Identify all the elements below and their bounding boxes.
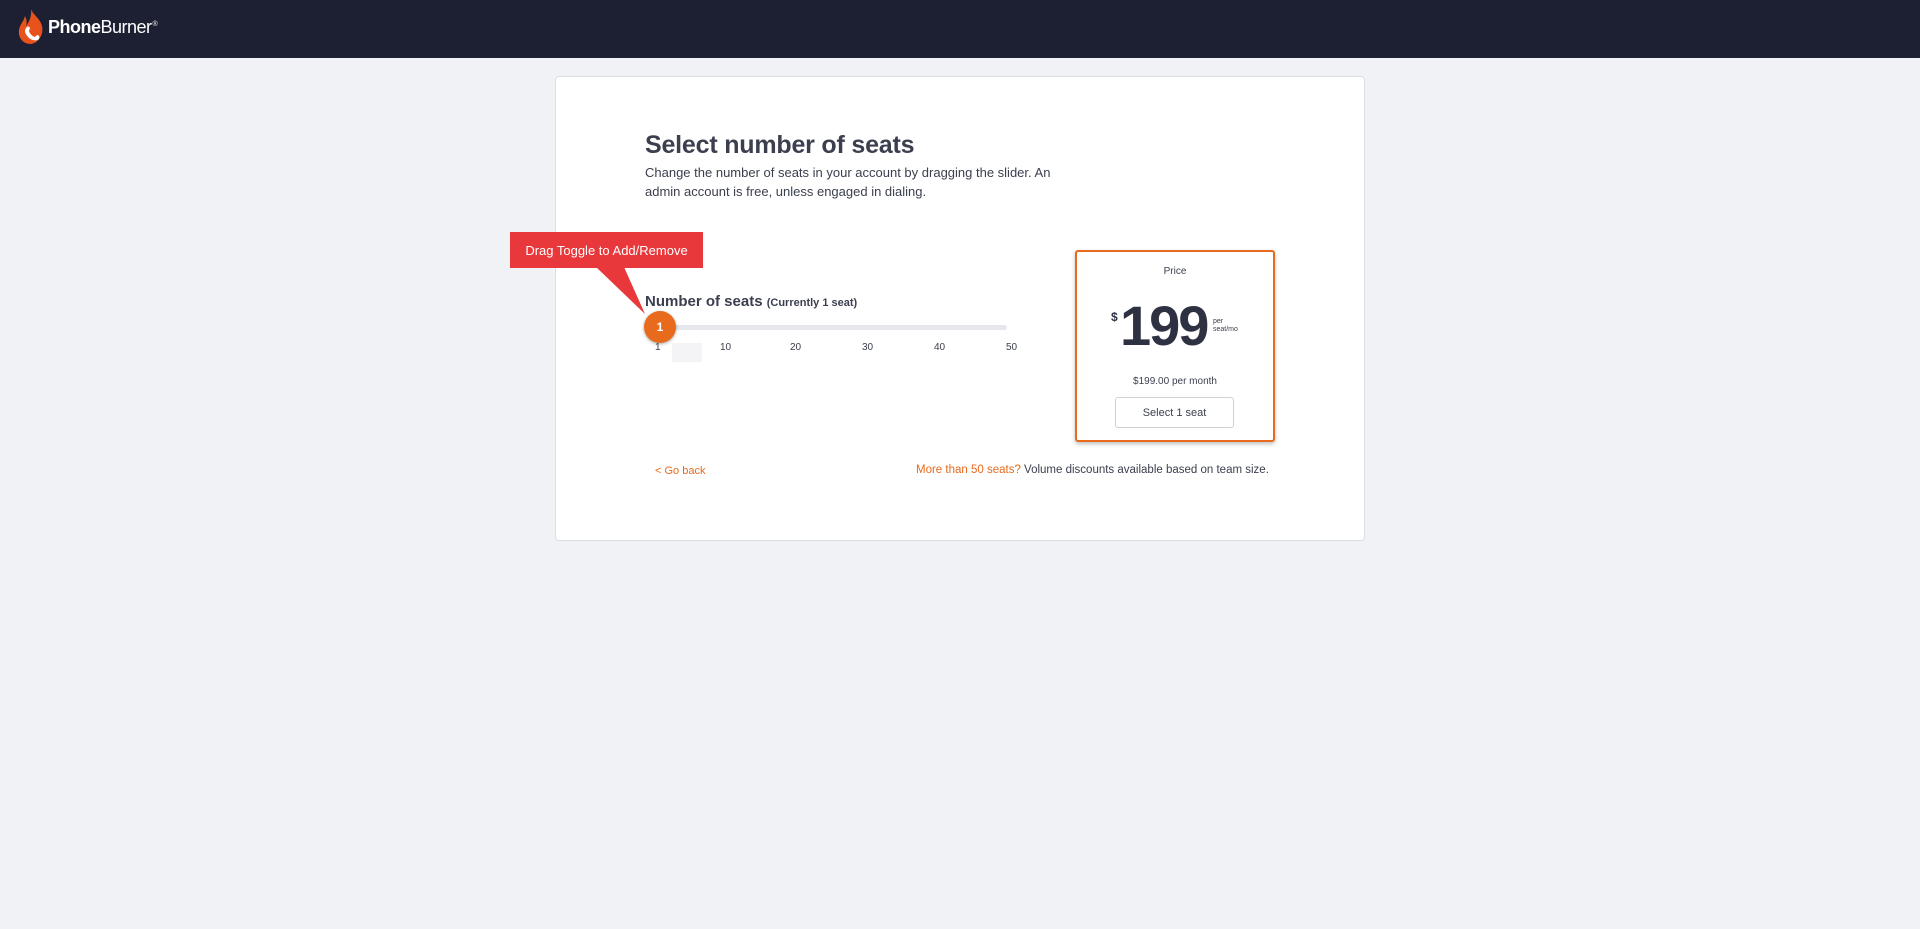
flame-phone-icon [18,9,43,44]
top-bar: Phone Burner ® [0,0,1920,58]
seats-label-text: Number of seats [645,293,763,310]
price-unit-seat-mo: seat/mo [1213,326,1238,333]
logo-text-light: Burner [100,16,153,37]
slider-tick-30: 30 [862,342,874,353]
price-per-month: $199.00 per month [1133,376,1217,387]
select-seats-button[interactable]: Select 1 seat [1115,397,1234,428]
price-card: Price $ 199 per seat/mo $199.00 per mont… [1075,250,1275,442]
seats-label: Number of seats (Currently 1 seat) [645,293,857,310]
logo-text-bold: Phone [48,16,101,37]
seats-slider-handle[interactable]: 1 [644,311,676,343]
logo-text: Phone Burner ® [48,16,158,38]
slider-tick-20: 20 [790,342,802,353]
page-title: Select number of seats [645,131,915,159]
slider-tick-1: 1 [655,342,661,353]
page-subtitle: Change the number of seats in your accou… [645,165,1051,199]
slider-tick-10: 10 [720,342,732,353]
slider-tick-50: 50 [1006,342,1018,353]
price-heading: Price [1163,266,1187,277]
price-unit: per seat/mo [1213,318,1238,334]
current-seats-text: (Currently 1 seat) [766,297,858,309]
price-currency: $ [1111,310,1118,324]
more-than-50-seats-link[interactable]: More than 50 seats? [916,464,1021,476]
logo-trademark: ® [152,20,158,28]
go-back-link[interactable]: < Go back [655,465,705,477]
volume-discount-note: More than 50 seats? Volume discounts ava… [916,464,1269,476]
slider-value-placeholder [672,343,702,362]
price-amount: 199 [1120,294,1209,357]
drag-hint-tooltip: Drag Toggle to Add/Remove [510,232,703,268]
volume-discount-text: Volume discounts available based on team… [1024,464,1269,476]
phoneburner-logo[interactable]: Phone Burner ® [16,8,158,46]
slider-tick-40: 40 [934,342,946,353]
tooltip-pointer [596,267,645,314]
price-unit-per: per [1213,318,1224,325]
seats-slider-track[interactable] [660,325,1007,330]
